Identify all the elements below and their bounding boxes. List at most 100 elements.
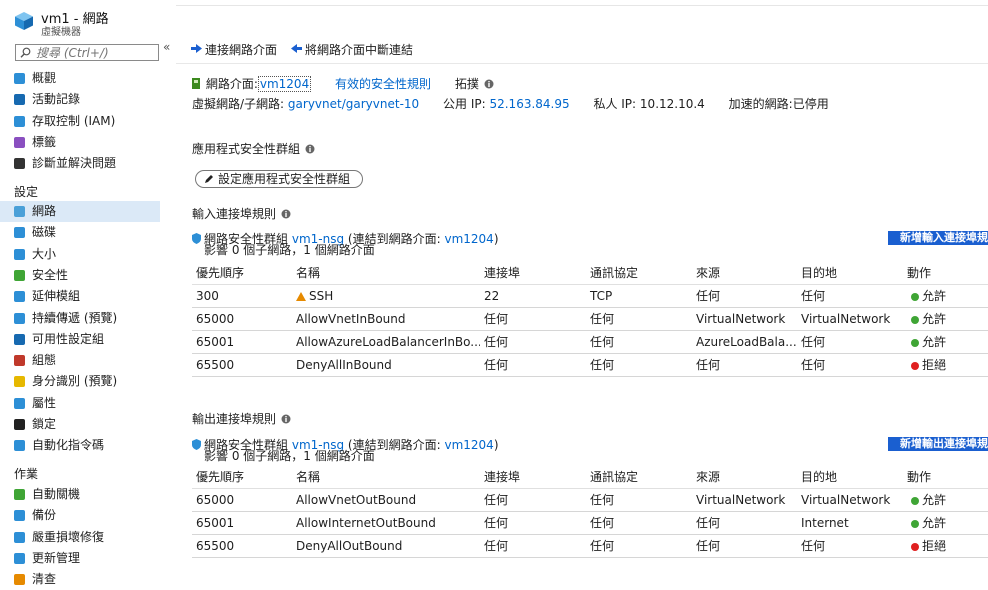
column-header[interactable]: 優先順序: [192, 261, 292, 285]
cell-text: 任何: [801, 358, 826, 372]
nic-name-link[interactable]: vm1204: [257, 76, 312, 92]
sidebar-item[interactable]: 屬性: [0, 393, 160, 414]
column-header[interactable]: 連接埠: [480, 261, 586, 285]
column-header[interactable]: 來源: [692, 465, 797, 489]
public-ip-link[interactable]: 52.163.84.95: [489, 97, 569, 111]
sidebar-item[interactable]: 自動化指令碼: [0, 435, 160, 456]
sidebar-item[interactable]: 組態: [0, 350, 160, 371]
attach-icon: [191, 44, 202, 53]
topology-link[interactable]: 拓撲: [455, 77, 479, 91]
outbound-nsg-nic-link[interactable]: vm1204: [444, 438, 493, 452]
attach-nic-button[interactable]: 連接網路介面: [191, 41, 277, 57]
backup-icon: [14, 510, 25, 522]
cell-text: 任何: [696, 539, 721, 553]
sidebar-item[interactable]: 自動關機: [0, 484, 160, 505]
cell-destination: 任何: [797, 534, 903, 558]
cell-action: 允許: [903, 307, 988, 331]
sidebar-item-label: 自動化指令碼: [32, 438, 105, 453]
table-row[interactable]: 65001 AllowAzureLoadBalancerInBo... 任何 任何 Az…: [192, 330, 988, 354]
pencil-icon: [205, 175, 213, 183]
cell-text: 任何: [696, 516, 721, 530]
asg-title-text: 應用程式安全性群組: [192, 142, 301, 156]
sidebar-item[interactable]: 活動記錄: [0, 89, 160, 110]
tag-icon: [14, 136, 25, 148]
table-row[interactable]: 65500 DenyAllOutBound 任何 任何 任何 任何 拒絕: [192, 534, 988, 558]
sidebar-item[interactable]: 備份: [0, 505, 160, 526]
sidebar-item[interactable]: 標籤: [0, 132, 160, 153]
cell-destination: 任何: [797, 330, 903, 354]
column-header[interactable]: 優先順序: [192, 465, 292, 489]
inbound-nsg-nic-link[interactable]: vm1204: [444, 232, 493, 246]
cell-action: 允許: [903, 330, 988, 354]
info-icon: [281, 209, 291, 219]
sidebar-item[interactable]: 診斷並解決問題: [0, 153, 160, 174]
column-header[interactable]: 動作: [903, 465, 988, 489]
table-row[interactable]: 65000 AllowVnetOutBound 任何 任何 VirtualNetwork…: [192, 488, 988, 512]
sidebar-item[interactable]: 鎖定: [0, 414, 160, 435]
search-box[interactable]: [15, 44, 159, 61]
column-header[interactable]: 目的地: [797, 261, 903, 285]
add-outbound-rule-button[interactable]: 新增輸出連接埠規則: [888, 437, 988, 451]
cell-text: 允許: [922, 312, 947, 326]
add-inbound-rule-button[interactable]: 新增輸入連接埠規則: [888, 231, 988, 245]
column-header[interactable]: 連接埠: [480, 465, 586, 489]
table-header-row: 優先順序 名稱 連接埠 通訊協定 來源 目的地 動作: [192, 465, 988, 489]
configure-asg-button[interactable]: 設定應用程式安全性群組: [195, 170, 363, 188]
sidebar-item[interactable]: 更新管理: [0, 548, 160, 569]
cell-action: 允許: [903, 511, 988, 535]
table-row[interactable]: 65001 AllowInternetOutBound 任何 任何 任何 Internet…: [192, 511, 988, 535]
cell-text: VirtualNetwork: [801, 492, 891, 507]
sidebar-item[interactable]: 可用性設定組: [0, 329, 160, 350]
sidebar-item[interactable]: 磁碟: [0, 222, 160, 243]
cell-source: VirtualNetwork: [692, 307, 797, 331]
sidebar-item-label: 備份: [32, 508, 57, 523]
search-input[interactable]: [36, 45, 156, 60]
sidebar-item[interactable]: 安全性: [0, 265, 160, 286]
table-row[interactable]: 65000 AllowVnetInBound 任何 任何 VirtualNetwork V…: [192, 307, 988, 331]
column-header[interactable]: 來源: [692, 261, 797, 285]
info-icon: [484, 79, 494, 89]
cell-source: 任何: [692, 353, 797, 377]
column-header[interactable]: 名稱: [292, 465, 480, 489]
cell-text: Internet: [801, 515, 849, 530]
info-icon: [281, 414, 291, 424]
cell-name: DenyAllOutBound: [292, 534, 480, 558]
column-header[interactable]: 通訊協定: [586, 465, 692, 489]
column-header[interactable]: 目的地: [797, 465, 903, 489]
top-divider: [176, 5, 988, 6]
cell-text: 允許: [922, 493, 947, 507]
sidebar-item[interactable]: 持續傳遞 (預覽): [0, 308, 160, 329]
sidebar-item[interactable]: 網路: [0, 201, 160, 222]
sidebar-item[interactable]: 存取控制 (IAM): [0, 111, 160, 132]
cell-name: DenyAllInBound: [292, 353, 480, 377]
private-ip-value: 10.12.10.4: [639, 97, 705, 111]
sidebar-item-label: 鎖定: [32, 417, 57, 431]
table-row[interactable]: 300 SSH 22 TCP 任何 任何 允許: [192, 284, 988, 308]
sidebar-item-label: 延伸模組: [32, 289, 81, 304]
sidebar-item[interactable]: 大小: [0, 244, 160, 265]
cell-source: 任何: [692, 534, 797, 558]
detach-nic-label: 將網路介面中斷連結: [305, 43, 414, 57]
cell-action: 拒絕: [903, 534, 988, 558]
cell-source: VirtualNetwork: [692, 488, 797, 512]
column-header[interactable]: 名稱: [292, 261, 480, 285]
effective-rules-link[interactable]: 有效的安全性規則: [335, 77, 431, 91]
detach-nic-button[interactable]: 將網路介面中斷連結: [291, 41, 413, 57]
vnet-link[interactable]: garyvnet/garyvnet-10: [288, 97, 419, 111]
cell-text: 允許: [922, 335, 947, 349]
size-icon: [14, 248, 25, 260]
cell-port: 任何: [480, 511, 586, 535]
sidebar-item[interactable]: 延伸模組: [0, 286, 160, 307]
sidebar-item[interactable]: 身分識別 (預覽): [0, 371, 160, 392]
sidebar-item-label: 更新管理: [32, 550, 81, 565]
column-header[interactable]: 動作: [903, 261, 988, 285]
collapse-menu-icon[interactable]: «: [163, 40, 170, 54]
cell-priority: 65000: [192, 307, 292, 331]
sidebar-item[interactable]: 嚴重損壞修復: [0, 527, 160, 548]
column-header[interactable]: 通訊協定: [586, 261, 692, 285]
sidebar-item[interactable]: 清查: [0, 569, 160, 590]
nic-network-line: 虛擬網路/子網路: garyvnet/garyvnet-10 公用 IP: 52…: [192, 95, 829, 112]
sidebar-item[interactable]: 概觀: [0, 68, 160, 89]
vnet-label: 虛擬網路/子網路:: [192, 97, 285, 111]
table-row[interactable]: 65500 DenyAllInBound 任何 任何 任何 任何 拒絕: [192, 353, 988, 377]
